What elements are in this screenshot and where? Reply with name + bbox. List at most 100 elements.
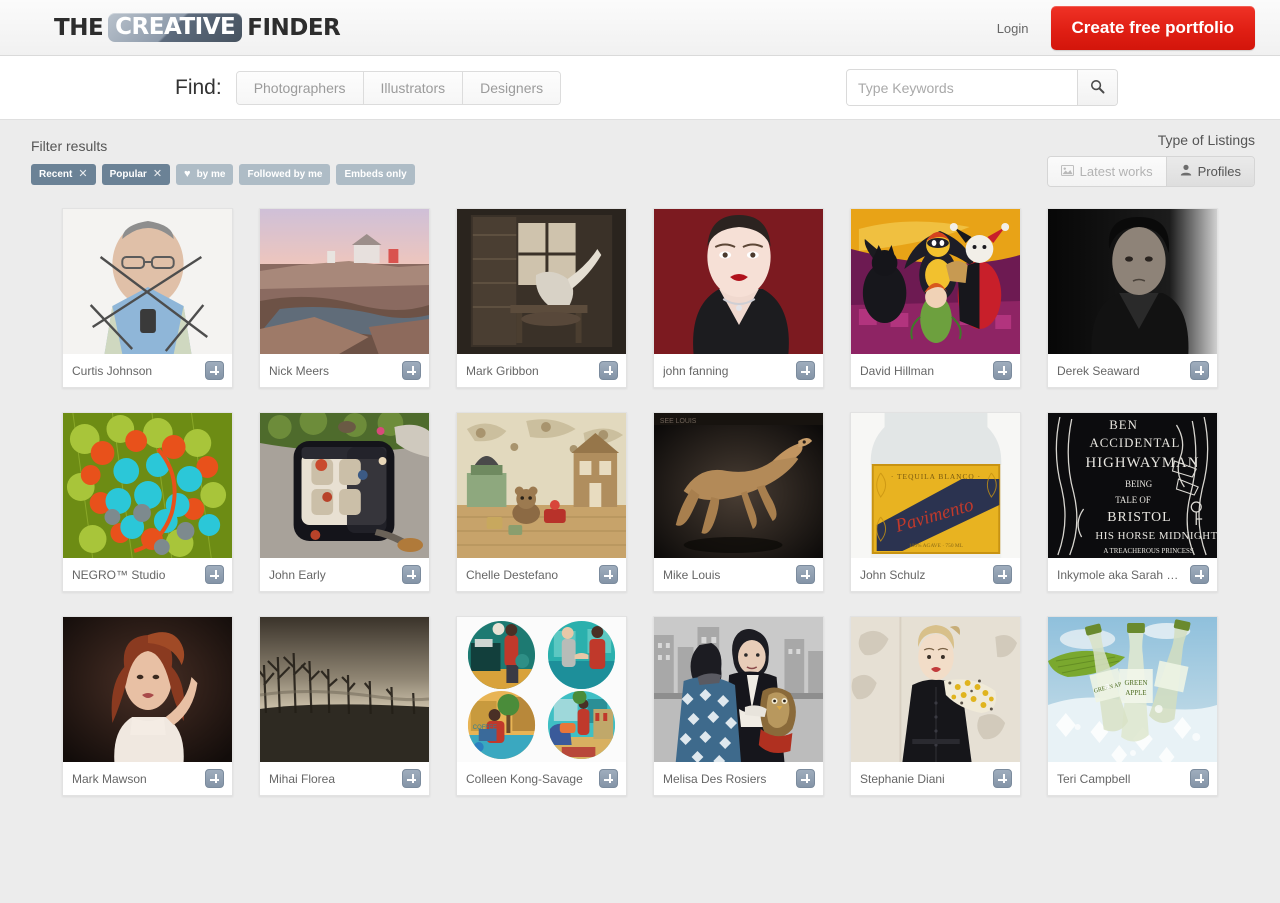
add-to-collection-button[interactable] xyxy=(796,361,815,380)
card-thumbnail[interactable] xyxy=(851,617,1020,762)
card-thumbnail[interactable] xyxy=(260,209,429,354)
search-input[interactable] xyxy=(847,70,1077,105)
svg-text:A TREACHEROUS PRINCESS: A TREACHEROUS PRINCESS xyxy=(1103,547,1193,555)
add-to-collection-button[interactable] xyxy=(993,361,1012,380)
listing-type-profiles[interactable]: Profiles xyxy=(1166,157,1254,186)
card-name: Curtis Johnson xyxy=(72,363,153,378)
filter-pill-label: by me xyxy=(196,168,226,180)
tab-photographers[interactable]: Photographers xyxy=(236,71,364,104)
profile-card[interactable]: Mark Gribbon xyxy=(456,208,627,388)
add-to-collection-button[interactable] xyxy=(599,361,618,380)
card-footer: Mike Louis xyxy=(654,558,823,591)
card-thumbnail[interactable]: SEE LOUIS xyxy=(654,413,823,558)
profile-card[interactable]: COFFEE Colleen Kong-Savage xyxy=(456,616,627,796)
card-name: Mihai Florea xyxy=(269,771,336,786)
card-thumbnail[interactable] xyxy=(260,413,429,558)
card-thumbnail[interactable] xyxy=(63,209,232,354)
profile-card[interactable]: David Hillman xyxy=(850,208,1021,388)
profile-card[interactable]: · TEQUILA BLANCO · Pavimento 100% AGAVE … xyxy=(850,412,1021,592)
add-to-collection-button[interactable] xyxy=(205,565,224,584)
find-label: Find: xyxy=(175,75,222,99)
card-thumbnail[interactable] xyxy=(457,413,626,558)
card-footer: NEGRO™ Studio xyxy=(63,558,232,591)
listing-type-toggle-group: Latest works Profiles xyxy=(1046,156,1255,187)
site-logo[interactable]: THE CREATIVE FINDER xyxy=(54,13,341,42)
add-to-collection-button[interactable] xyxy=(1190,361,1209,380)
card-thumbnail[interactable] xyxy=(851,209,1020,354)
card-thumbnail[interactable] xyxy=(260,617,429,762)
card-thumbnail[interactable] xyxy=(654,209,823,354)
profile-card[interactable]: Mihai Florea xyxy=(259,616,430,796)
add-to-collection-button[interactable] xyxy=(993,565,1012,584)
filter-pill-label: Followed by me xyxy=(247,168,323,180)
add-to-collection-button[interactable] xyxy=(993,769,1012,788)
card-thumbnail[interactable] xyxy=(1048,209,1217,354)
card-thumbnail[interactable]: · TEQUILA BLANCO · Pavimento 100% AGAVE … xyxy=(851,413,1020,558)
profile-card[interactable]: Chelle Destefano xyxy=(456,412,627,592)
add-to-collection-button[interactable] xyxy=(796,565,815,584)
login-link[interactable]: Login xyxy=(997,21,1029,36)
tab-illustrators[interactable]: Illustrators xyxy=(363,71,464,104)
profile-card[interactable]: NEGRO™ Studio xyxy=(62,412,233,592)
card-footer: John Early xyxy=(260,558,429,591)
add-to-collection-button[interactable] xyxy=(205,361,224,380)
card-name: Melisa Des Rosiers xyxy=(663,771,767,786)
profile-card[interactable]: SEE LOUIS Mike Louis xyxy=(653,412,824,592)
card-name: Derek Seaward xyxy=(1057,363,1140,378)
filter-pill-embeds-only[interactable]: Embeds only xyxy=(336,164,415,185)
add-to-collection-button[interactable] xyxy=(402,565,421,584)
card-name: john fanning xyxy=(663,363,729,378)
profile-card[interactable]: Derek Seaward xyxy=(1047,208,1218,388)
profile-card[interactable]: Nick Meers xyxy=(259,208,430,388)
add-to-collection-button[interactable] xyxy=(599,769,618,788)
card-name: Stephanie Diani xyxy=(860,771,945,786)
card-thumbnail[interactable]: BEN ACCIDENTAL HIGHWAYMAN BEING TALE OF … xyxy=(1048,413,1217,558)
listing-type-label: Profiles xyxy=(1197,164,1241,179)
profile-card[interactable]: John Early xyxy=(259,412,430,592)
card-thumbnail[interactable] xyxy=(654,617,823,762)
profile-card[interactable]: Curtis Johnson xyxy=(62,208,233,388)
card-footer: Mihai Florea xyxy=(260,762,429,795)
close-icon[interactable]: ✕ xyxy=(78,169,87,180)
profile-card[interactable]: Melisa Des Rosiers xyxy=(653,616,824,796)
search-submit-button[interactable] xyxy=(1077,70,1117,105)
filter-pill-recent[interactable]: Recent ✕ xyxy=(31,164,96,185)
close-icon[interactable]: ✕ xyxy=(153,169,162,180)
filter-pill-loved-by-me[interactable]: ♥ by me xyxy=(176,164,234,185)
profile-card[interactable]: BEN ACCIDENTAL HIGHWAYMAN BEING TALE OF … xyxy=(1047,412,1218,592)
card-thumbnail[interactable]: COFFEE xyxy=(457,617,626,762)
filter-pill-followed-by-me[interactable]: Followed by me xyxy=(239,164,331,185)
filter-pill-popular[interactable]: Popular ✕ xyxy=(101,164,171,185)
top-header-bar: THE CREATIVE FINDER Login Create free po… xyxy=(0,0,1280,56)
add-to-collection-button[interactable] xyxy=(205,769,224,788)
add-to-collection-button[interactable] xyxy=(402,769,421,788)
profile-card[interactable]: john fanning xyxy=(653,208,824,388)
svg-text:BRISTOL: BRISTOL xyxy=(1107,510,1171,525)
svg-text:BEN: BEN xyxy=(1109,417,1138,432)
add-to-collection-button[interactable] xyxy=(402,361,421,380)
profile-card[interactable]: Mark Mawson xyxy=(62,616,233,796)
card-thumbnail[interactable] xyxy=(63,413,232,558)
add-to-collection-button[interactable] xyxy=(599,565,618,584)
card-thumbnail[interactable] xyxy=(63,617,232,762)
heart-icon: ♥ xyxy=(184,168,191,180)
card-thumbnail[interactable]: GREEN APPLE GREEN AP xyxy=(1048,617,1217,762)
filter-pill-label: Recent xyxy=(39,168,73,180)
svg-text:APPLE: APPLE xyxy=(1125,689,1146,697)
person-icon xyxy=(1180,164,1192,179)
add-to-collection-button[interactable] xyxy=(796,769,815,788)
profile-card[interactable]: GREEN APPLE GREEN AP Teri Campbell xyxy=(1047,616,1218,796)
card-name: Colleen Kong-Savage xyxy=(466,771,583,786)
add-to-collection-button[interactable] xyxy=(1190,565,1209,584)
create-free-portfolio-button[interactable]: Create free portfolio xyxy=(1050,6,1255,50)
find-category-group: Photographers Illustrators Designers xyxy=(235,70,562,105)
search-field-wrapper xyxy=(846,69,1118,106)
logo-text-the: THE xyxy=(54,14,104,41)
add-to-collection-button[interactable] xyxy=(1190,769,1209,788)
card-thumbnail[interactable] xyxy=(457,209,626,354)
tab-designers[interactable]: Designers xyxy=(463,71,561,104)
filter-pill-label: Popular xyxy=(109,168,147,180)
profile-card[interactable]: Stephanie Diani xyxy=(850,616,1021,796)
listing-type-latest-works[interactable]: Latest works xyxy=(1047,157,1167,186)
svg-text:COFFEE: COFFEE xyxy=(473,725,497,731)
